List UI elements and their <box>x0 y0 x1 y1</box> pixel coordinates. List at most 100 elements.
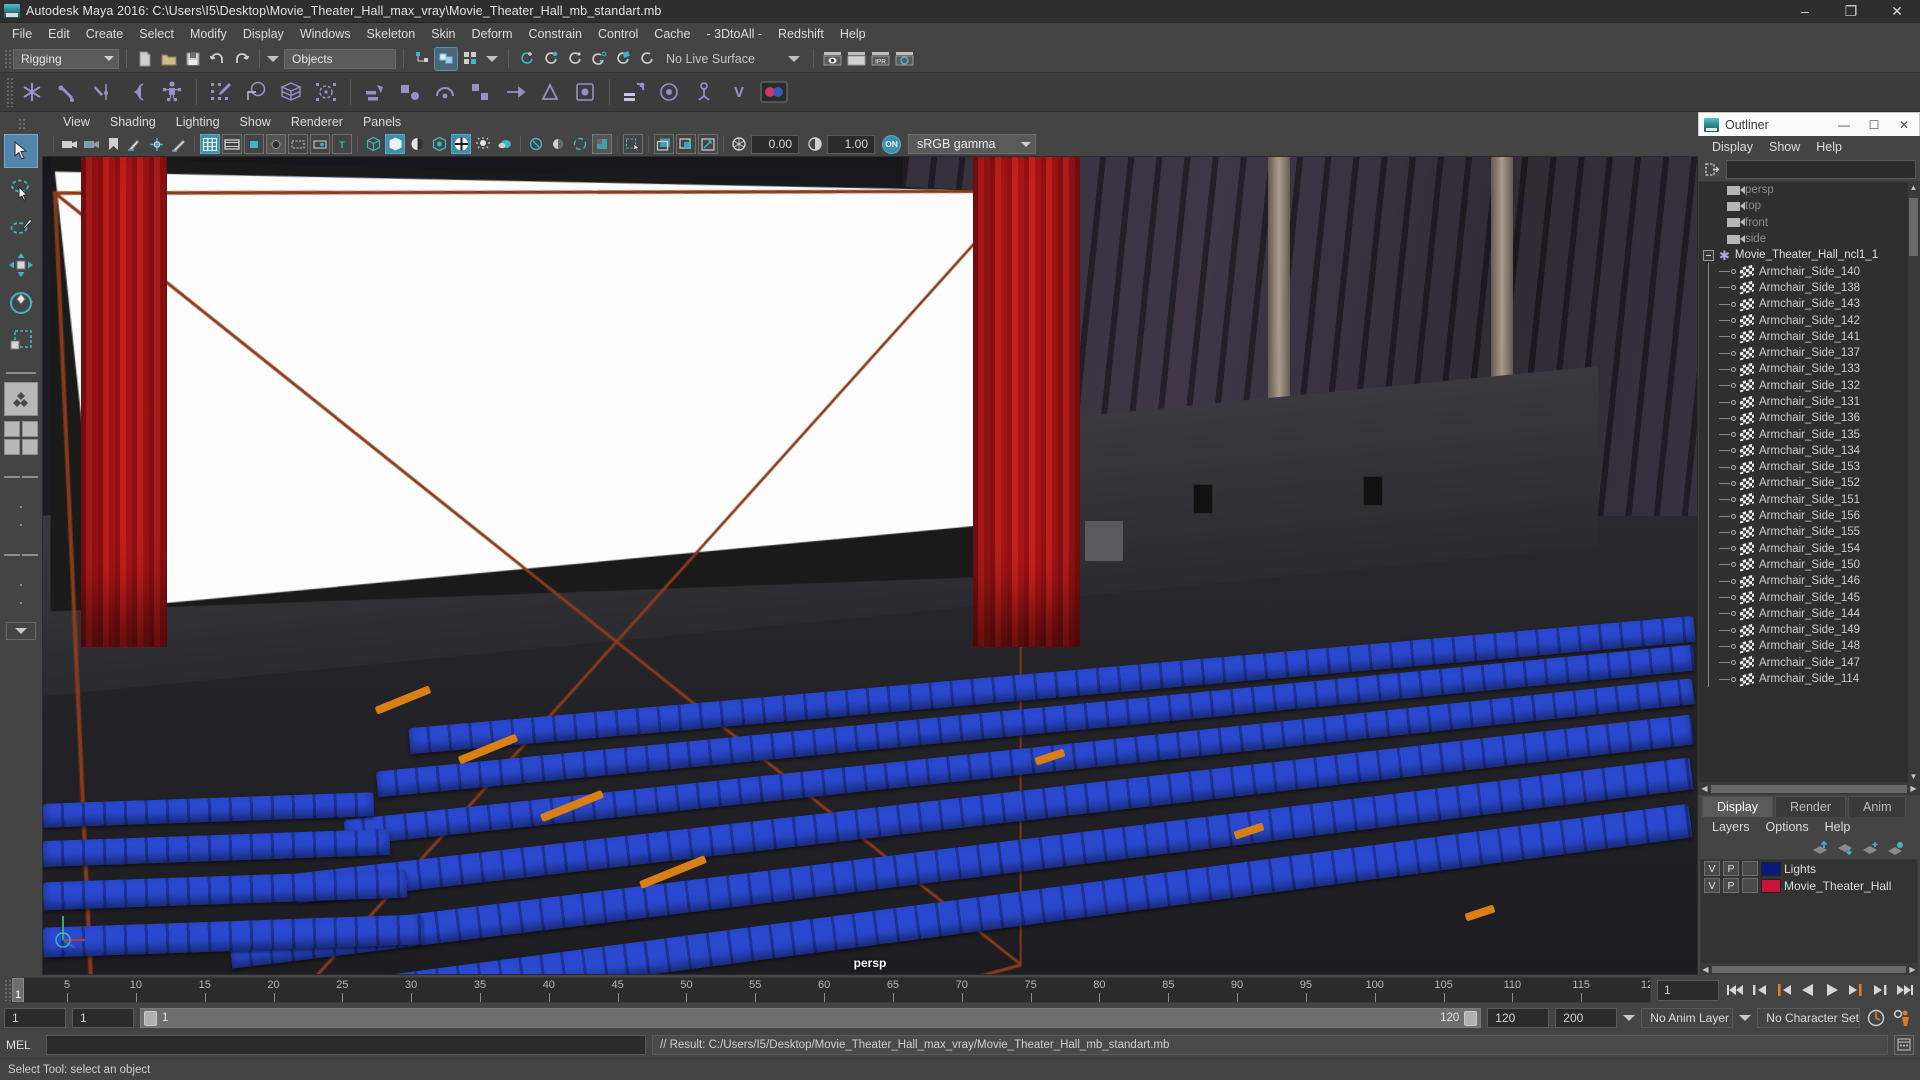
tree-node-dot[interactable] <box>1731 318 1736 324</box>
human-ik-button[interactable]: V <box>723 76 755 108</box>
paint-skin-weights-button[interactable] <box>205 76 237 108</box>
anim-layer-selector[interactable]: No Anim Layer <box>1641 1008 1734 1028</box>
menu-deform[interactable]: Deform <box>464 24 521 44</box>
bookmark-icon[interactable] <box>103 134 123 154</box>
outliner-item-armchair_side_141[interactable]: Armchair_Side_141 <box>1699 329 1908 345</box>
outliner-item-armchair_side_114[interactable]: Armchair_Side_114 <box>1699 671 1908 687</box>
create-character-button[interactable] <box>156 76 188 108</box>
menu-3dtoall[interactable]: - 3DtoAll - <box>698 24 770 44</box>
layer-menu-layers[interactable]: Layers <box>1704 819 1758 835</box>
viewport-menu-renderer[interactable]: Renderer <box>282 114 352 130</box>
outliner-item-armchair_side_149[interactable]: Armchair_Side_149 <box>1699 622 1908 638</box>
tree-node-dot[interactable] <box>1731 529 1736 535</box>
perspective-viewport[interactable]: persp <box>42 156 1698 975</box>
outliner-item-armchair_side_145[interactable]: Armchair_Side_145 <box>1699 589 1908 605</box>
color-profile-selector[interactable]: sRGB gamma <box>908 134 1036 154</box>
command-input[interactable] <box>46 1034 646 1055</box>
tree-node-dot[interactable] <box>1731 415 1736 421</box>
hq-render-icon[interactable] <box>698 134 718 154</box>
rotate-tool[interactable] <box>4 286 38 320</box>
select-camera-icon[interactable] <box>59 134 79 154</box>
create-layer-from-selection-icon[interactable] <box>1887 841 1904 856</box>
four-view-layout-button[interactable] <box>4 421 38 455</box>
tree-node-dot[interactable] <box>1731 513 1736 519</box>
viewport-menu-view[interactable]: View <box>54 114 99 130</box>
anim-layer-caret-icon[interactable] <box>1623 1015 1636 1021</box>
collapse-expander-icon[interactable] <box>1703 249 1714 261</box>
outliner-item-armchair_side_142[interactable]: Armchair_Side_142 <box>1699 312 1908 328</box>
toolbar-drag-handle[interactable] <box>4 48 11 69</box>
wireframe-on-shaded-icon[interactable] <box>451 134 471 154</box>
select-by-component-type-button[interactable] <box>459 48 481 70</box>
outliner-menu-show[interactable]: Show <box>1761 139 1808 155</box>
layer-row[interactable]: V P Movie_Theater_Hall <box>1701 877 1917 894</box>
outliner-item-front[interactable]: front <box>1699 215 1908 231</box>
character-set-selector[interactable]: No Character Set <box>1757 1008 1860 1028</box>
outliner-item-armchair_side_153[interactable]: Armchair_Side_153 <box>1699 459 1908 475</box>
menu-help[interactable]: Help <box>832 24 874 44</box>
scrollbar-thumb[interactable] <box>1711 784 1907 793</box>
layer-menu-options[interactable]: Options <box>1758 819 1817 835</box>
command-language-label[interactable]: MEL <box>6 1038 40 1052</box>
range-end-field[interactable]: 120 <box>1487 1008 1550 1028</box>
animation-preferences-icon[interactable] <box>1892 1008 1912 1028</box>
move-layer-up-icon[interactable] <box>1812 840 1829 856</box>
point-constraint-button[interactable] <box>394 76 426 108</box>
timeline-drag-handle[interactable] <box>4 979 11 1001</box>
layer-menu-help[interactable]: Help <box>1817 819 1859 835</box>
script-editor-button[interactable] <box>1894 1034 1914 1055</box>
exposure-field[interactable]: 0.00 <box>751 134 799 154</box>
hypershade-persp-layout-button[interactable] <box>4 538 38 572</box>
outliner-item-armchair_side_144[interactable]: Armchair_Side_144 <box>1699 606 1908 622</box>
render-view-button[interactable] <box>821 48 843 70</box>
gamma-field[interactable]: 1.00 <box>827 134 875 154</box>
create-ik-handle-button[interactable] <box>51 76 83 108</box>
outliner-item-armchair_side_150[interactable]: Armchair_Side_150 <box>1699 557 1908 573</box>
smooth-shade-all-icon[interactable] <box>385 134 405 154</box>
bind-skin-button[interactable] <box>240 76 272 108</box>
select-by-hierarchy-button[interactable] <box>411 48 433 70</box>
outliner-item-armchair_side_138[interactable]: Armchair_Side_138 <box>1699 280 1908 296</box>
outliner-item-top[interactable]: top <box>1699 198 1908 214</box>
snap-to-point-button[interactable] <box>564 48 586 70</box>
layer-playback-toggle[interactable]: P <box>1723 878 1739 893</box>
new-scene-button[interactable] <box>134 48 156 70</box>
outliner-horizontal-scrollbar[interactable]: ◀ ▶ <box>1698 783 1920 795</box>
geometry-constraint-button[interactable] <box>569 76 601 108</box>
scroll-down-icon[interactable]: ▼ <box>1908 771 1919 782</box>
redo-button[interactable] <box>230 48 252 70</box>
create-joint-tool-button[interactable] <box>16 76 48 108</box>
outliner-item-armchair_side_155[interactable]: Armchair_Side_155 <box>1699 524 1908 540</box>
tree-node-dot[interactable] <box>1731 350 1736 356</box>
outliner-item-armchair_side_154[interactable]: Armchair_Side_154 <box>1699 541 1908 557</box>
xray-icon[interactable] <box>288 134 308 154</box>
outliner-item-armchair_side_136[interactable]: Armchair_Side_136 <box>1699 410 1908 426</box>
outliner-item-armchair_side_140[interactable]: Armchair_Side_140 <box>1699 263 1908 279</box>
auto-keyframe-toggle-icon[interactable] <box>1866 1008 1886 1028</box>
layer-state-toggle[interactable] <box>1742 861 1758 876</box>
render-sequence-button[interactable] <box>845 48 867 70</box>
current-time-indicator[interactable]: 1 <box>12 978 24 1002</box>
lattice-deformer-button[interactable] <box>275 76 307 108</box>
scrollbar-thumb[interactable] <box>1909 198 1918 256</box>
pole-vector-constraint-button[interactable] <box>534 76 566 108</box>
outliner-search-input[interactable] <box>1726 159 1916 179</box>
outliner-item-armchair_side_143[interactable]: Armchair_Side_143 <box>1699 296 1908 312</box>
outliner-item-armchair_side_137[interactable]: Armchair_Side_137 <box>1699 345 1908 361</box>
menu-select[interactable]: Select <box>131 24 182 44</box>
tab-anim[interactable]: Anim <box>1848 796 1907 817</box>
layer-state-toggle[interactable] <box>1742 878 1758 893</box>
skeleton-generator-button[interactable] <box>688 76 720 108</box>
outliner-item-armchair_side_132[interactable]: Armchair_Side_132 <box>1699 378 1908 394</box>
menu-windows[interactable]: Windows <box>292 24 359 44</box>
scroll-left-icon[interactable]: ◀ <box>1699 783 1710 794</box>
menu-modify[interactable]: Modify <box>182 24 235 44</box>
tree-node-dot[interactable] <box>1731 627 1736 633</box>
open-scene-button[interactable] <box>158 48 180 70</box>
create-ik-spline-handle-button[interactable] <box>86 76 118 108</box>
outliner-menu-display[interactable]: Display <box>1704 139 1761 155</box>
create-new-layer-icon[interactable] <box>1862 841 1879 856</box>
viewport-menu-show[interactable]: Show <box>231 114 280 130</box>
make-live-button[interactable] <box>636 48 658 70</box>
layer-visibility-toggle[interactable]: V <box>1704 861 1720 876</box>
